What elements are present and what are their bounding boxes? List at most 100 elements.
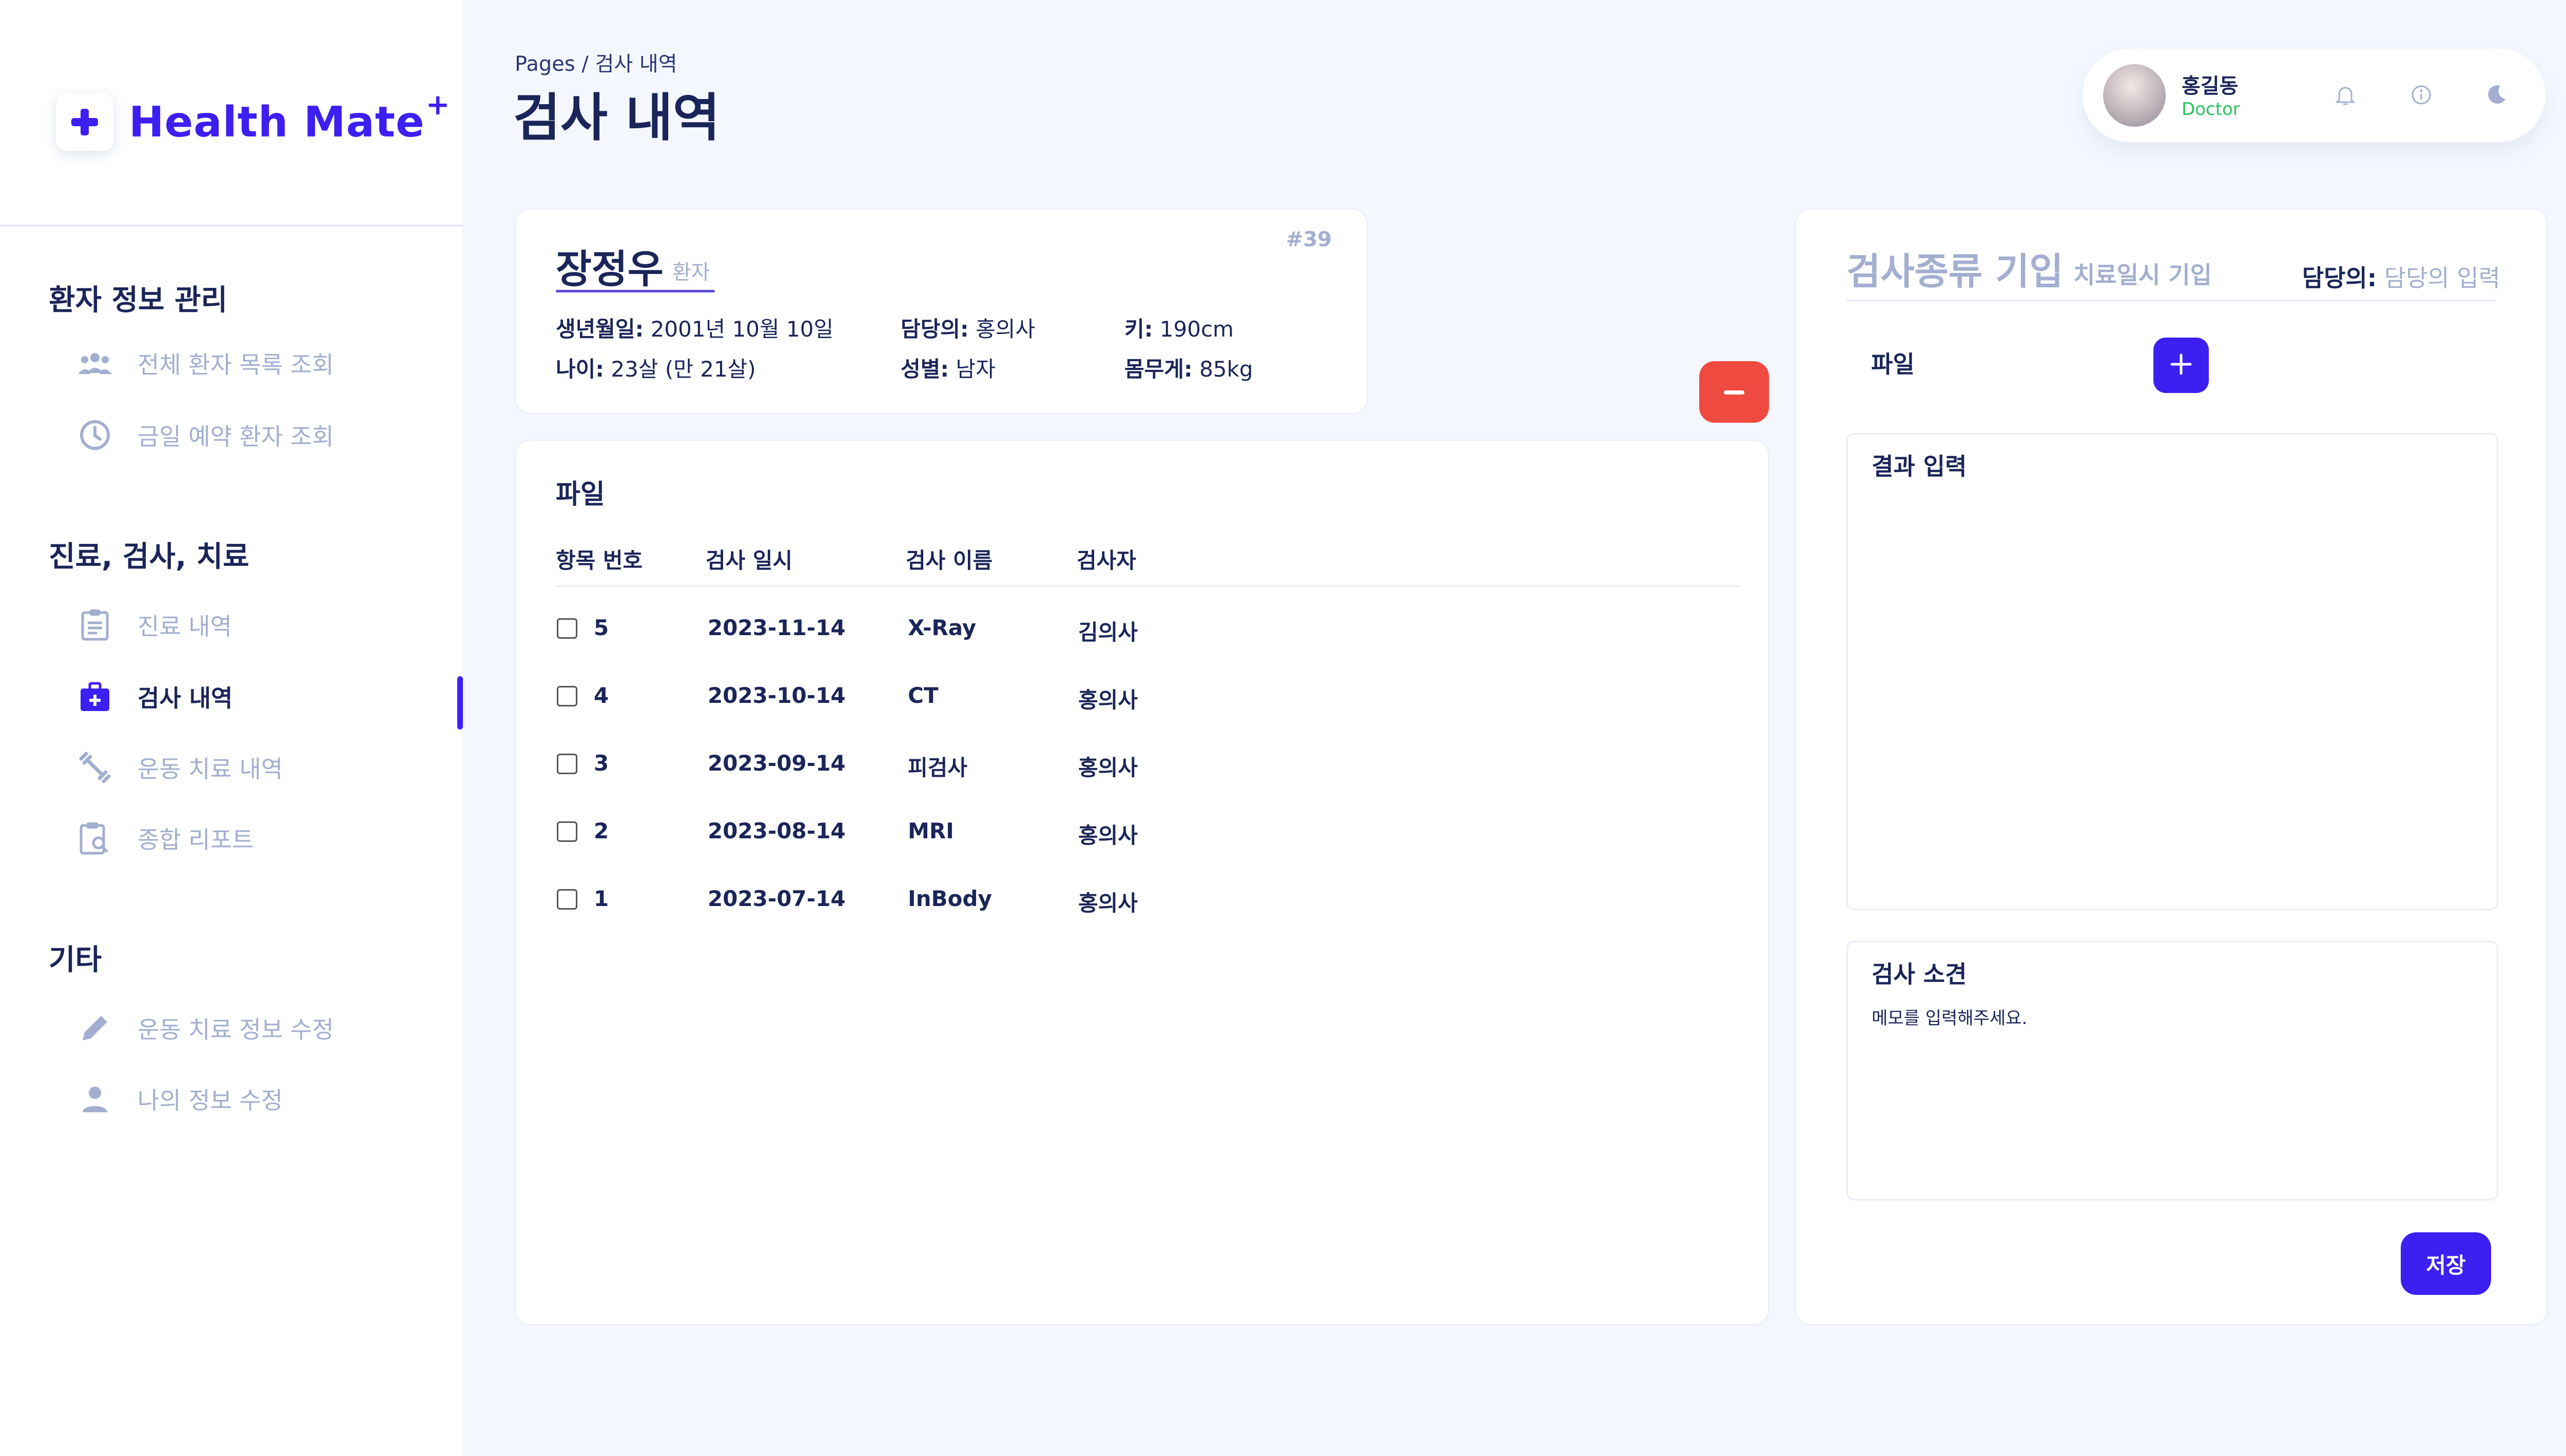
opinion-field[interactable]: 검사 소견 메모를 입력해주세요.	[1846, 941, 2498, 1201]
moon-icon[interactable]	[2481, 80, 2512, 110]
sidebar-item-label: 운동 치료 내역	[138, 755, 283, 783]
cell-examiner: 김의사	[1078, 620, 1138, 645]
section-title-medical: 진료, 검사, 치료	[49, 540, 249, 574]
section-title-etc: 기타	[49, 943, 102, 977]
cell-date: 2023-07-14	[708, 886, 846, 911]
table-header-divider	[556, 585, 1741, 587]
row-checkbox[interactable]	[557, 821, 577, 842]
sidebar-item-label: 전체 환자 목록 조회	[138, 351, 334, 379]
delete-button[interactable]	[1699, 361, 1769, 423]
pencil-icon	[77, 1010, 113, 1046]
sidebar-item-all-patients[interactable]: 전체 환자 목록 조회	[77, 343, 334, 384]
doctor-field[interactable]: 담당의: 담당의 입력	[2302, 260, 2500, 293]
sidebar-item-label: 나의 정보 수정	[138, 1087, 283, 1114]
app-logo[interactable]: Health Mate +	[56, 88, 450, 151]
cell-date: 2023-11-14	[708, 615, 846, 640]
column-header-name: 검사 이름	[906, 548, 993, 573]
save-button[interactable]: 저장	[2401, 1232, 2491, 1295]
report-search-icon	[77, 820, 113, 856]
avatar[interactable]	[2103, 64, 2166, 127]
sidebar-item-treatment-history[interactable]: 진료 내역	[77, 604, 232, 645]
table-row[interactable]: 3 2023-09-14 피검사 홍의사	[516, 738, 1747, 790]
section-title-patient: 환자 정보 관리	[49, 284, 228, 317]
cell-examiner: 홍의사	[1078, 687, 1138, 713]
person-icon	[77, 1081, 113, 1117]
treatment-date-input[interactable]: 치료일시 기입	[2073, 257, 2212, 290]
sidebar: Health Mate + 환자 정보 관리 전체 환자 목록 조회 금일 예약…	[0, 0, 463, 1456]
logo-text: Health Mate	[129, 97, 425, 147]
active-indicator	[457, 676, 463, 730]
row-checkbox[interactable]	[557, 889, 577, 910]
sidebar-item-label: 검사 내역	[138, 684, 233, 712]
cell-no: 3	[594, 751, 609, 776]
table-row[interactable]: 5 2023-11-14 X-Ray 김의사	[516, 603, 1747, 654]
cell-name: CT	[908, 683, 939, 708]
table-row[interactable]: 1 2023-07-14 InBody 홍의사	[516, 874, 1747, 925]
add-file-button[interactable]	[2153, 338, 2209, 393]
sidebar-item-label: 운동 치료 정보 수정	[138, 1016, 334, 1044]
breadcrumb[interactable]: Pages / 검사 내역	[515, 47, 677, 77]
cell-name: 피검사	[908, 755, 967, 780]
result-label: 결과 입력	[1872, 452, 1967, 480]
cell-date: 2023-08-14	[708, 818, 846, 843]
patient-gender: 성별: 남자	[901, 357, 996, 382]
group-icon	[77, 345, 113, 381]
row-checkbox[interactable]	[557, 618, 577, 639]
sidebar-item-label: 금일 예약 환자 조회	[138, 423, 334, 450]
patient-role: 환자	[672, 261, 710, 284]
user-bar: 홍길동 Doctor	[2083, 49, 2545, 142]
sidebar-item-exercise-history[interactable]: 운동 치료 내역	[77, 747, 283, 788]
cell-no: 4	[594, 683, 609, 708]
exam-type-input[interactable]: 검사종류 기입	[1846, 241, 2064, 295]
medical-bag-icon	[77, 679, 113, 715]
row-checkbox[interactable]	[557, 754, 577, 774]
cell-examiner: 홍의사	[1078, 755, 1138, 780]
column-header-examiner: 검사자	[1077, 548, 1136, 573]
patient-weight: 몸무게: 85kg	[1124, 357, 1253, 382]
clipboard-icon	[77, 607, 113, 643]
form-title-underline	[1846, 300, 2496, 302]
logo-cross-icon	[56, 93, 113, 151]
sidebar-item-edit-profile[interactable]: 나의 정보 수정	[77, 1078, 283, 1119]
patient-name-underline	[556, 290, 715, 292]
row-checkbox[interactable]	[557, 686, 577, 706]
patient-birth: 생년월일: 2001년 10월 10일	[556, 317, 834, 342]
sidebar-item-edit-exercise[interactable]: 운동 치료 정보 수정	[77, 1008, 334, 1049]
patient-card: 장정우 환자 #39 생년월일: 2001년 10월 10일 나이: 23살 (…	[515, 208, 1368, 414]
patient-age: 나이: 23살 (만 21살)	[556, 357, 756, 382]
patient-id: #39	[1286, 228, 1332, 251]
sidebar-item-report[interactable]: 종합 리포트	[77, 818, 254, 859]
info-icon[interactable]	[2406, 80, 2437, 110]
file-label: 파일	[1871, 350, 1915, 378]
column-header-date: 검사 일시	[706, 548, 793, 573]
opinion-placeholder: 메모를 입력해주세요.	[1872, 1008, 2028, 1029]
table-row[interactable]: 2 2023-08-14 MRI 홍의사	[516, 806, 1747, 857]
cell-no: 2	[594, 818, 609, 843]
dumbbell-icon	[77, 750, 113, 785]
sidebar-item-exam-history[interactable]: 검사 내역	[77, 676, 232, 717]
cell-name: MRI	[908, 818, 954, 843]
table-row[interactable]: 4 2023-10-14 CT 홍의사	[516, 671, 1747, 722]
result-input-field[interactable]: 결과 입력	[1846, 433, 2498, 910]
cell-name: InBody	[908, 886, 992, 911]
patient-height: 키: 190cm	[1124, 317, 1234, 342]
cell-date: 2023-10-14	[708, 683, 846, 708]
column-header-no: 항목 번호	[556, 548, 643, 573]
patient-doctor: 담당의: 홍의사	[901, 317, 1035, 342]
sidebar-item-today-patients[interactable]: 금일 예약 환자 조회	[77, 415, 334, 456]
logo-plus: +	[425, 88, 450, 122]
user-name: 홍길동	[2182, 74, 2239, 98]
bell-icon[interactable]	[2330, 80, 2361, 110]
clock-icon	[77, 417, 113, 453]
patient-name: 장정우	[556, 246, 664, 292]
files-card: 파일 항목 번호 검사 일시 검사 이름 검사자 5 2023-11-14 X-…	[515, 440, 1769, 1325]
page-title: 검사 내역	[513, 88, 720, 148]
files-title: 파일	[556, 479, 605, 510]
user-role: Doctor	[2182, 99, 2240, 120]
cell-examiner: 홍의사	[1078, 823, 1138, 848]
cell-name: X-Ray	[908, 615, 977, 640]
cell-no: 5	[594, 615, 609, 640]
sidebar-divider	[0, 225, 463, 227]
exam-form-card: 검사종류 기입 치료일시 기입 담당의: 담당의 입력 파일 결과 입력 검사 …	[1795, 208, 2548, 1325]
plus-icon	[2170, 353, 2192, 378]
